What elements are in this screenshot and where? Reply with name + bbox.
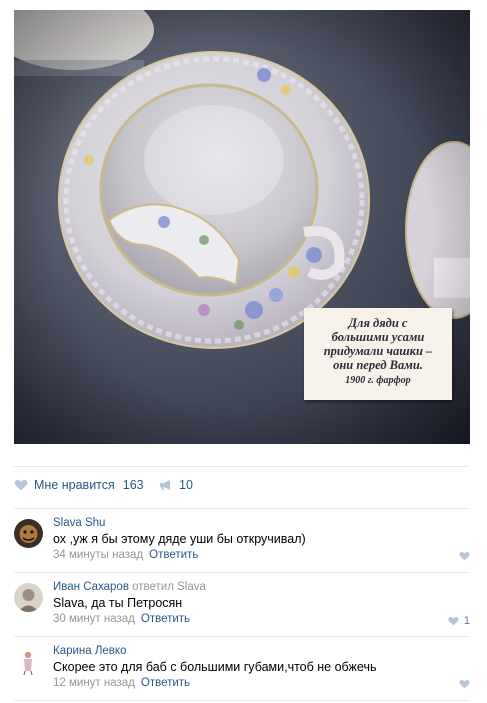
divider bbox=[14, 636, 470, 637]
megaphone-icon bbox=[160, 480, 170, 490]
author-name[interactable]: Slava Shu bbox=[53, 517, 105, 529]
replied-to[interactable]: ответил Slava bbox=[132, 581, 206, 593]
comment-author[interactable]: Slava Shu bbox=[53, 517, 105, 529]
heart-icon bbox=[459, 679, 470, 689]
author-name[interactable]: Карина Левко bbox=[53, 645, 126, 657]
divider bbox=[14, 466, 470, 467]
comment-text: Скорее это для баб с большими губами,что… bbox=[53, 660, 377, 674]
museum-label-card: Для дяди с большими усами придумали чашк… bbox=[304, 308, 452, 400]
museum-card-line: они перед Вами. bbox=[333, 358, 423, 372]
comment-text: Slava, да ты Петросян bbox=[53, 596, 183, 610]
comment-meta: 12 минут назад Ответить bbox=[53, 677, 190, 689]
heart-icon bbox=[459, 551, 470, 561]
museum-card-line: большими усами bbox=[331, 330, 425, 344]
comment-like-count: 1 bbox=[463, 615, 470, 627]
comment-text: ох ,уж я бы этому дяде уши бы откручивал… bbox=[53, 532, 306, 546]
share-button[interactable]: 10 bbox=[159, 478, 193, 492]
avatar[interactable] bbox=[14, 519, 43, 548]
like-button[interactable]: Мне нравится 163 bbox=[14, 478, 144, 492]
reply-link[interactable]: Ответить bbox=[149, 549, 198, 561]
post-photo[interactable]: Для дяди с большими усами придумали чашк… bbox=[14, 10, 470, 444]
like-label: Мне нравится bbox=[34, 478, 115, 492]
avatar[interactable] bbox=[14, 583, 43, 612]
comment-time[interactable]: 12 минут назад bbox=[53, 677, 135, 689]
comment-author[interactable]: Карина Левко bbox=[53, 645, 126, 657]
comment-time[interactable]: 30 минут назад bbox=[53, 613, 135, 625]
comment-like-button[interactable]: 1 bbox=[448, 615, 470, 627]
share-count: 10 bbox=[179, 478, 193, 492]
comment-author[interactable]: Иван Сахаров ответил Slava bbox=[53, 581, 206, 593]
reply-link[interactable]: Ответить bbox=[141, 677, 190, 689]
comment-meta: 34 минуты назад Ответить bbox=[53, 549, 198, 561]
comment-meta: 30 минут назад Ответить bbox=[53, 613, 190, 625]
comment-item: Slava Shu ох ,уж я бы этому дяде уши бы … bbox=[14, 515, 470, 575]
like-count: 163 bbox=[122, 478, 144, 492]
reply-link[interactable]: Ответить bbox=[141, 613, 190, 625]
comment-like-button[interactable] bbox=[459, 679, 470, 689]
heart-icon bbox=[448, 616, 459, 626]
museum-card-line: придумали чашки – bbox=[323, 344, 433, 358]
divider bbox=[14, 572, 470, 573]
museum-card-line: 1900 г. фарфор bbox=[345, 375, 411, 386]
author-name[interactable]: Иван Сахаров bbox=[53, 581, 129, 593]
museum-card-line: Для дяди с bbox=[348, 316, 408, 330]
comment-like-button[interactable] bbox=[459, 551, 470, 561]
avatar[interactable] bbox=[14, 647, 43, 676]
divider bbox=[14, 508, 470, 509]
comment-item: Карина Левко Скорее это для баб с больши… bbox=[14, 643, 470, 703]
heart-icon bbox=[14, 479, 28, 491]
comment-item: Иван Сахаров ответил Slava Slava, да ты … bbox=[14, 579, 470, 639]
comment-time[interactable]: 34 минуты назад bbox=[53, 549, 143, 561]
